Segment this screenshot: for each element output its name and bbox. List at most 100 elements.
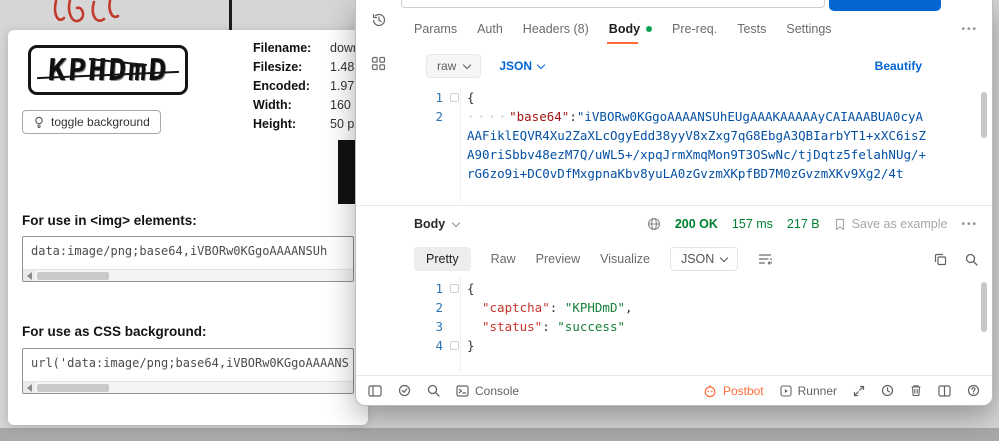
- tab-tests[interactable]: Tests: [737, 22, 766, 36]
- json-comma: ,: [625, 300, 633, 315]
- request-body-editor[interactable]: 1 { 2 ····"base64":"iVBORw0KGgoAAAANSUhE…: [401, 88, 930, 202]
- tab-params[interactable]: Params: [414, 22, 457, 36]
- css-datauri-field[interactable]: url('data:image/png;base64,iVBORw0KGgoAA…: [22, 348, 354, 394]
- response-more-icon[interactable]: •••: [961, 219, 978, 230]
- meta-label: Encoded:: [253, 77, 330, 96]
- line-number: 1: [401, 279, 443, 298]
- background-bottom-strip: [0, 428, 999, 441]
- scrollbar-thumb[interactable]: [37, 272, 109, 280]
- response-body-label: Body: [414, 217, 445, 231]
- css-usage-heading: For use as CSS background:: [22, 324, 207, 339]
- save-as-example-button[interactable]: Save as example: [834, 217, 948, 231]
- body-type-dropdown[interactable]: raw: [426, 54, 481, 78]
- horizontal-scrollbar[interactable]: [23, 269, 353, 281]
- search-icon[interactable]: [965, 253, 978, 266]
- postbot-button[interactable]: Postbot: [703, 384, 764, 398]
- img-datauri-field[interactable]: data:image/png;base64,iVBORw0KGgoAAAANSU…: [22, 236, 354, 282]
- body-format-value: JSON: [499, 59, 532, 73]
- tab-auth[interactable]: Auth: [477, 22, 503, 36]
- body-type-toolbar: raw JSON Beautify: [426, 52, 922, 80]
- capture-requests-icon[interactable]: [853, 385, 865, 397]
- copy-icon[interactable]: [934, 253, 947, 266]
- chevron-down-icon: [720, 253, 728, 261]
- body-format-dropdown[interactable]: JSON: [499, 59, 544, 73]
- tab-preview[interactable]: Preview: [536, 252, 580, 266]
- response-format-value: JSON: [681, 252, 714, 266]
- scrollbar-thumb[interactable]: [37, 384, 109, 392]
- postbot-icon: [703, 384, 717, 398]
- scroll-left-arrow[interactable]: [23, 382, 35, 394]
- captcha-details-panel: KPHDmD toggle background Filename:downl …: [8, 30, 368, 425]
- response-code: {: [467, 279, 930, 298]
- response-line: 2 "captcha": "KPHDmD",: [401, 298, 930, 317]
- request-response-divider: [356, 205, 992, 206]
- tab-body[interactable]: Body: [609, 22, 652, 36]
- tab-headers[interactable]: Headers (8): [523, 22, 589, 36]
- json-string-value: "KPHDmD": [565, 300, 625, 315]
- toggle-background-button[interactable]: toggle background: [22, 110, 161, 134]
- globe-icon[interactable]: [647, 217, 661, 231]
- meta-label: Width:: [253, 96, 330, 115]
- beautify-button[interactable]: Beautify: [875, 59, 922, 73]
- response-body-viewer[interactable]: 1 { 2 "captcha": "KPHDmD", 3 "status": "…: [401, 276, 930, 373]
- runner-button[interactable]: Runner: [780, 384, 837, 398]
- line-number: 1: [401, 88, 443, 107]
- footer-right-group: Postbot Runner: [703, 384, 980, 398]
- line-number: 3: [401, 317, 443, 336]
- tab-pre-request[interactable]: Pre-req.: [672, 22, 717, 36]
- request-left-toolbar: [356, 0, 401, 370]
- fold-icon[interactable]: [450, 93, 459, 102]
- tab-visualize[interactable]: Visualize: [600, 252, 650, 266]
- console-button[interactable]: Console: [456, 384, 519, 398]
- editor-code: {: [467, 88, 930, 107]
- response-time: 157 ms: [732, 217, 773, 231]
- json-colon: :: [550, 300, 565, 315]
- json-key: "captcha": [482, 300, 550, 315]
- css-datauri-value[interactable]: url('data:image/png;base64,iVBORw0KGgoAA…: [23, 349, 353, 370]
- bookmark-icon: [834, 218, 846, 231]
- fold-icon[interactable]: [450, 341, 459, 350]
- runner-icon: [780, 385, 792, 397]
- check-circle-icon[interactable]: [398, 384, 411, 397]
- response-actions: [934, 253, 978, 266]
- img-datauri-value[interactable]: data:image/png;base64,iVBORw0KGgoAAAANSU…: [23, 237, 353, 258]
- background-red-scribble: [50, 0, 122, 28]
- postman-window: Params Auth Headers (8) Body Pre-req. Te…: [355, 0, 993, 406]
- response-body-dropdown[interactable]: Body: [414, 217, 459, 231]
- response-line: 1 {: [401, 279, 930, 298]
- meta-row: Height:50 px: [253, 115, 368, 134]
- help-icon[interactable]: [967, 384, 980, 397]
- find-icon[interactable]: [427, 384, 440, 397]
- tab-pretty[interactable]: Pretty: [414, 247, 471, 271]
- captcha-text: KPHDmD: [47, 53, 170, 88]
- fold-icon[interactable]: [450, 284, 459, 293]
- line-number: 2: [401, 298, 443, 317]
- cookies-icon[interactable]: [881, 384, 894, 397]
- wrap-text-icon[interactable]: [758, 253, 772, 265]
- editor-scrollbar[interactable]: [981, 92, 987, 138]
- scroll-left-arrow[interactable]: [23, 270, 35, 282]
- captcha-image: KPHDmD: [28, 45, 188, 95]
- trash-icon[interactable]: [910, 384, 922, 397]
- console-icon: [456, 385, 469, 397]
- history-icon[interactable]: [371, 12, 387, 28]
- sidebar-toggle-icon[interactable]: [368, 385, 382, 397]
- send-button[interactable]: [829, 0, 941, 11]
- grid-icon[interactable]: [371, 56, 386, 71]
- tab-settings[interactable]: Settings: [786, 22, 831, 36]
- response-format-dropdown[interactable]: JSON: [670, 247, 738, 271]
- meta-row: Filesize:1.48 K: [253, 58, 368, 77]
- split-view-icon[interactable]: [938, 385, 951, 397]
- tab-raw[interactable]: Raw: [491, 252, 516, 266]
- meta-row: Width:160 px: [253, 96, 368, 115]
- horizontal-scrollbar[interactable]: [23, 381, 353, 393]
- url-input[interactable]: [401, 0, 825, 8]
- chevron-down-icon: [463, 60, 471, 68]
- response-line: 4 }: [401, 336, 930, 355]
- console-label: Console: [475, 384, 519, 398]
- meta-label: Filesize:: [253, 58, 330, 77]
- more-options-icon[interactable]: •••: [961, 24, 978, 35]
- chevron-down-icon: [452, 218, 460, 226]
- response-scrollbar[interactable]: [981, 282, 987, 332]
- meta-row: Encoded:1.97 K: [253, 77, 368, 96]
